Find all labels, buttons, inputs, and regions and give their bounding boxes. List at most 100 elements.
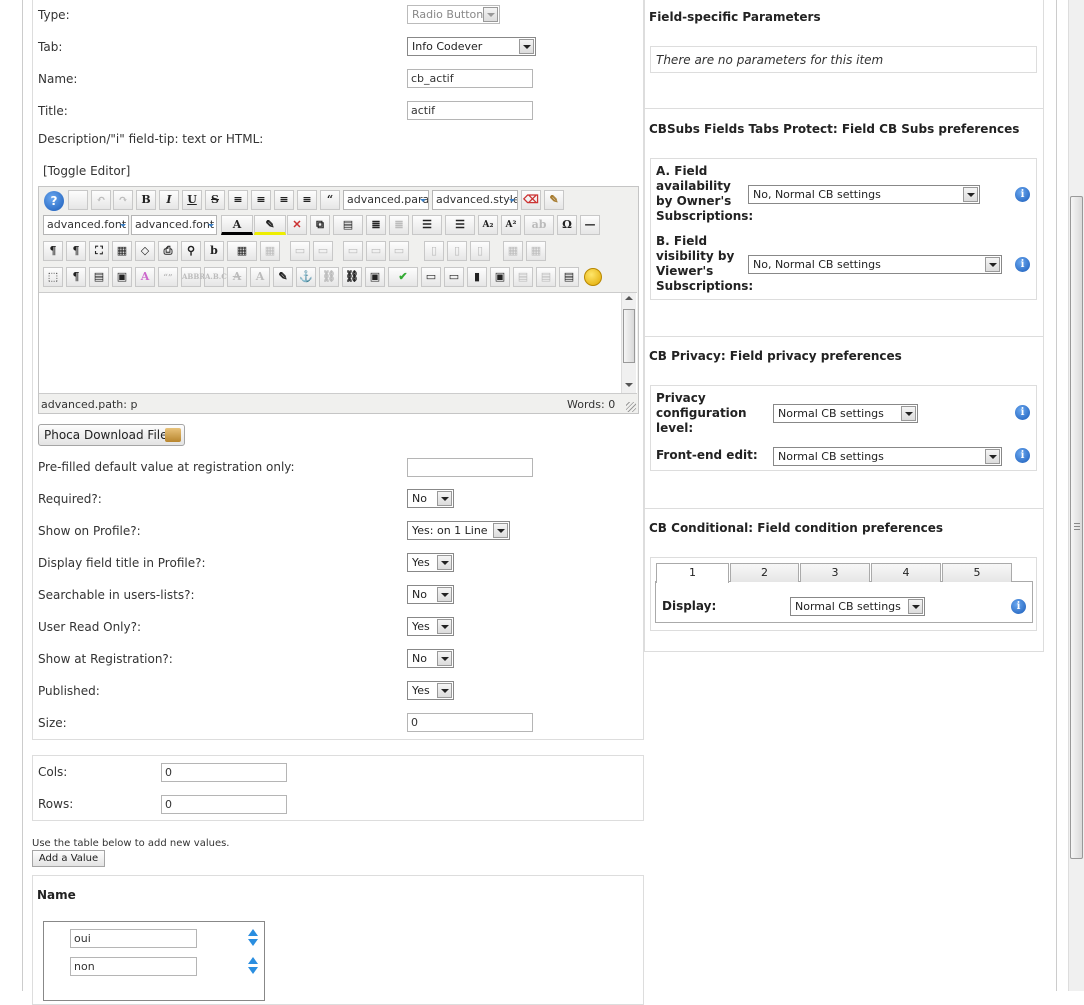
abbr-icon[interactable]: ABBR <box>181 267 205 287</box>
searchable-select[interactable]: No <box>407 585 454 604</box>
ins-icon[interactable]: A <box>250 267 270 287</box>
bullet-list-icon[interactable]: ☰ <box>445 215 475 235</box>
table-insert-icon[interactable]: ▦ <box>227 241 257 261</box>
link-icon[interactable]: ⛓ <box>342 267 362 287</box>
editor-content-area[interactable] <box>39 292 637 394</box>
delete-row-icon[interactable]: ▭ <box>389 241 409 261</box>
image-icon[interactable]: ▣ <box>365 267 385 287</box>
tab-3[interactable]: 3 <box>800 563 870 582</box>
info-icon[interactable]: i <box>1011 599 1026 614</box>
document-icon[interactable]: ▤ <box>559 267 579 287</box>
anchor-icon[interactable]: ⚓ <box>296 267 316 287</box>
tab-1[interactable]: 1 <box>656 563 729 583</box>
paragraph-select[interactable]: advanced.para <box>343 190 429 210</box>
split-cells-icon[interactable]: ▦ <box>503 241 523 261</box>
paste-icon[interactable]: ▤ <box>333 215 363 235</box>
info-icon[interactable]: i <box>1015 405 1030 420</box>
name-input[interactable]: cb_actif <box>407 69 533 88</box>
row-after-icon[interactable]: ▭ <box>366 241 386 261</box>
title-input[interactable]: actif <box>407 101 533 120</box>
article-icon[interactable]: ▤ <box>513 267 533 287</box>
superscript-icon[interactable]: A² <box>501 215 521 235</box>
editor-scrollbar[interactable] <box>621 293 636 393</box>
info-icon[interactable]: i <box>1015 187 1030 202</box>
editor-scroll-thumb[interactable] <box>623 309 635 363</box>
scroll-up-arrow-icon[interactable] <box>625 296 633 300</box>
del-icon[interactable]: A <box>227 267 247 287</box>
acronym-icon[interactable]: A.B.C <box>204 267 227 287</box>
new-document-icon[interactable] <box>68 190 88 210</box>
resize-handle-icon[interactable] <box>626 402 636 412</box>
info-icon[interactable]: i <box>1015 448 1030 463</box>
paste-word-icon[interactable]: ▣ <box>112 267 132 287</box>
italic-icon[interactable]: I <box>159 190 179 210</box>
user-read-only-select[interactable]: Yes <box>407 617 454 636</box>
replace-icon[interactable]: b <box>204 241 224 261</box>
ltr-icon[interactable]: ¶ <box>43 241 63 261</box>
show-blocks-icon[interactable]: ¶ <box>66 267 86 287</box>
frontend-edit-select[interactable]: Normal CB settings <box>773 447 1002 466</box>
numbered-list-icon[interactable]: ☰ <box>412 215 442 235</box>
display-select[interactable]: Normal CB settings <box>790 597 925 616</box>
col-before-icon[interactable]: ▯ <box>424 241 444 261</box>
add-value-button[interactable]: Add a Value <box>32 850 105 867</box>
copy-icon[interactable]: ⧉ <box>310 215 330 235</box>
spellcheck-icon[interactable]: ab <box>524 215 554 235</box>
tab-2[interactable]: 2 <box>730 563 799 582</box>
horizontal-rule-icon[interactable]: — <box>580 215 600 235</box>
row-props-icon[interactable]: ▭ <box>290 241 310 261</box>
image-manager-icon[interactable]: ▣ <box>490 267 510 287</box>
value-row-input[interactable]: oui <box>70 929 197 948</box>
code-icon[interactable]: ◇ <box>135 241 155 261</box>
template-icon[interactable]: ▦ <box>112 241 132 261</box>
subscript-icon[interactable]: A₂ <box>478 215 498 235</box>
font-size-select[interactable]: advanced.font <box>131 215 217 235</box>
info-icon[interactable]: i <box>1015 257 1030 272</box>
indent-icon[interactable]: ≣ <box>366 215 386 235</box>
print-icon[interactable]: ⎙ <box>158 241 178 261</box>
emoticon-icon[interactable] <box>584 268 602 286</box>
phoca-download-button[interactable]: Phoca Download File <box>38 424 185 446</box>
delete-col-icon[interactable]: ▯ <box>470 241 490 261</box>
spellchecker-icon[interactable]: ✔ <box>388 267 418 287</box>
value-row-input[interactable]: non <box>70 957 197 976</box>
attribs-icon[interactable]: ✎ <box>273 267 293 287</box>
redo-icon[interactable]: ↷ <box>113 190 133 210</box>
row-before-icon[interactable]: ▭ <box>343 241 363 261</box>
required-select[interactable]: No <box>407 489 454 508</box>
page-scroll-thumb[interactable] <box>1070 196 1083 859</box>
cell-props-icon[interactable]: ▭ <box>313 241 333 261</box>
cut-icon[interactable]: ✕ <box>287 215 307 235</box>
cite-icon[interactable]: “” <box>158 267 178 287</box>
help-icon[interactable]: ? <box>44 191 64 211</box>
find-icon[interactable]: ⚲ <box>181 241 201 261</box>
show-profile-select[interactable]: Yes: on 1 Line <box>407 521 510 540</box>
tab-select[interactable]: Info Codever <box>407 37 536 56</box>
page-scrollbar[interactable] <box>1068 0 1084 991</box>
highlight-color-icon[interactable]: ✎ <box>254 215 286 235</box>
strikethrough-icon[interactable]: S <box>205 190 225 210</box>
col-after-icon[interactable]: ▯ <box>447 241 467 261</box>
fullscreen-icon[interactable]: ⛶ <box>89 241 109 261</box>
scroll-down-arrow-icon[interactable] <box>625 383 633 387</box>
module-icon[interactable]: ▤ <box>536 267 556 287</box>
merge-cells-icon[interactable]: ▦ <box>526 241 546 261</box>
table-delete-icon[interactable]: ▦ <box>260 241 280 261</box>
align-center-icon[interactable]: ≡ <box>251 190 271 210</box>
show-registration-select[interactable]: No <box>407 649 454 668</box>
unlink-icon[interactable]: ⛓ <box>319 267 339 287</box>
toggle-editor-link[interactable]: [Toggle Editor] <box>43 164 130 178</box>
font-face-select[interactable]: advanced.font <box>43 215 129 235</box>
tab-4[interactable]: 4 <box>871 563 941 582</box>
published-select[interactable]: Yes <box>407 681 454 700</box>
outdent-icon[interactable]: ≣ <box>389 215 409 235</box>
bold-icon[interactable]: B <box>136 190 156 210</box>
align-right-icon[interactable]: ≡ <box>297 190 317 210</box>
size-input[interactable]: 0 <box>407 713 533 732</box>
rows-input[interactable]: 0 <box>161 795 287 814</box>
eraser-icon[interactable]: ⌫ <box>521 190 541 210</box>
readmore-icon[interactable]: ▭ <box>444 267 464 287</box>
special-char-icon[interactable]: Ω <box>557 215 577 235</box>
media-icon[interactable]: ▮ <box>467 267 487 287</box>
field-vis-select[interactable]: No, Normal CB settings <box>748 255 1002 274</box>
